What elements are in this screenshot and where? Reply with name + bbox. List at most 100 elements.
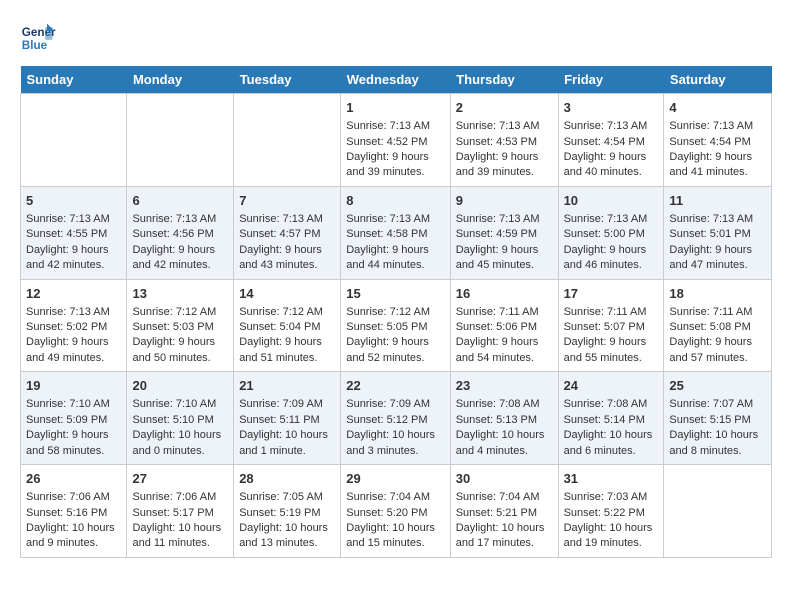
calendar-cell: 22Sunrise: 7:09 AMSunset: 5:12 PMDayligh… — [341, 372, 450, 465]
calendar-cell: 16 Sunrise: 7:11 AMSunset: 5:06 PMDayligh… — [450, 279, 558, 372]
calendar-cell: 3Sunrise: 7:13 AMSunset: 4:54 PMDaylight… — [558, 94, 664, 187]
calendar-cell: 25Sunrise: 7:07 AMSunset: 5:15 PMDayligh… — [664, 372, 772, 465]
cell-text: Daylight: 9 hours and 46 minutes. — [564, 243, 659, 274]
calendar-cell: 9Sunrise: 7:13 AMSunset: 4:59 PMDaylight… — [450, 186, 558, 279]
cell-text: Sunset: 5:02 PM — [26, 320, 121, 335]
cell-text: Sunset: 5:11 PM — [239, 413, 335, 428]
cell-text: Sunset: 5:19 PM — [239, 506, 335, 521]
cell-text: Daylight: 9 hours and 54 minutes. — [456, 335, 553, 366]
cell-text: Sunset: 5:10 PM — [132, 413, 228, 428]
date-number: 2 — [456, 99, 553, 117]
cell-text: Daylight: 9 hours and 51 minutes. — [239, 335, 335, 366]
cell-text: Daylight: 9 hours and 49 minutes. — [26, 335, 121, 366]
cell-text: Sunrise: 7:07 AM — [669, 397, 766, 412]
cell-text: Daylight: 9 hours and 44 minutes. — [346, 243, 444, 274]
cell-text: Daylight: 9 hours and 41 minutes. — [669, 150, 766, 181]
day-header-monday: Monday — [127, 66, 234, 94]
date-number: 11 — [669, 192, 766, 210]
cell-text: Sunrise: 7:13 AM — [456, 212, 553, 227]
calendar-cell: 13Sunrise: 7:12 AMSunset: 5:03 PMDayligh… — [127, 279, 234, 372]
cell-text: Sunrise: 7:12 AM — [132, 305, 228, 320]
date-number: 25 — [669, 377, 766, 395]
cell-text: Sunrise: 7:13 AM — [346, 212, 444, 227]
cell-text: Sunrise: 7:06 AM — [26, 490, 121, 505]
cell-text: Sunrise: 7:13 AM — [669, 212, 766, 227]
cell-text: Sunrise: 7:10 AM — [132, 397, 228, 412]
cell-text: Sunset: 5:00 PM — [564, 227, 659, 242]
cell-text: Sunrise: 7:05 AM — [239, 490, 335, 505]
cell-text: Daylight: 10 hours and 9 minutes. — [26, 521, 121, 552]
cell-text: Daylight: 9 hours and 57 minutes. — [669, 335, 766, 366]
cell-text: Sunrise: 7:08 AM — [456, 397, 553, 412]
day-header-thursday: Thursday — [450, 66, 558, 94]
cell-text: Sunset: 4:57 PM — [239, 227, 335, 242]
cell-text: Sunset: 4:58 PM — [346, 227, 444, 242]
cell-text: Sunrise: 7:13 AM — [564, 212, 659, 227]
cell-text: Daylight: 10 hours and 19 minutes. — [564, 521, 659, 552]
cell-text: Sunset: 5:06 PM — [456, 320, 553, 335]
cell-text: Daylight: 9 hours and 42 minutes. — [132, 243, 228, 274]
date-number: 5 — [26, 192, 121, 210]
cell-text: Sunset: 5:14 PM — [564, 413, 659, 428]
cell-text: Daylight: 10 hours and 6 minutes. — [564, 428, 659, 459]
calendar-cell: 14Sunrise: 7:12 AMSunset: 5:04 PMDayligh… — [234, 279, 341, 372]
cell-text: Sunset: 4:54 PM — [564, 135, 659, 150]
logo: General Blue — [20, 20, 60, 56]
cell-text: Daylight: 10 hours and 11 minutes. — [132, 521, 228, 552]
cell-text: Daylight: 9 hours and 43 minutes. — [239, 243, 335, 274]
day-header-tuesday: Tuesday — [234, 66, 341, 94]
date-number: 7 — [239, 192, 335, 210]
calendar-cell: 7Sunrise: 7:13 AMSunset: 4:57 PMDaylight… — [234, 186, 341, 279]
cell-text: Sunrise: 7:13 AM — [26, 212, 121, 227]
cell-text: Sunrise: 7:13 AM — [456, 119, 553, 134]
date-number: 22 — [346, 377, 444, 395]
svg-text:Blue: Blue — [22, 39, 48, 52]
cell-text: Sunset: 4:56 PM — [132, 227, 228, 242]
calendar-cell — [664, 465, 772, 558]
date-number: 10 — [564, 192, 659, 210]
cell-text: Daylight: 9 hours and 42 minutes. — [26, 243, 121, 274]
day-header-friday: Friday — [558, 66, 664, 94]
calendar-cell: 31Sunrise: 7:03 AMSunset: 5:22 PMDayligh… — [558, 465, 664, 558]
cell-text: Daylight: 10 hours and 1 minute. — [239, 428, 335, 459]
calendar-cell: 12Sunrise: 7:13 AMSunset: 5:02 PMDayligh… — [21, 279, 127, 372]
cell-text: Daylight: 9 hours and 47 minutes. — [669, 243, 766, 274]
cell-text: Daylight: 9 hours and 52 minutes. — [346, 335, 444, 366]
cell-text: Sunset: 5:01 PM — [669, 227, 766, 242]
date-number: 9 — [456, 192, 553, 210]
date-number: 16 — [456, 285, 553, 303]
calendar-cell: 19Sunrise: 7:10 AMSunset: 5:09 PMDayligh… — [21, 372, 127, 465]
cell-text: Sunset: 5:16 PM — [26, 506, 121, 521]
date-number: 21 — [239, 377, 335, 395]
cell-text: Daylight: 9 hours and 40 minutes. — [564, 150, 659, 181]
cell-text: Daylight: 10 hours and 17 minutes. — [456, 521, 553, 552]
cell-text: Sunset: 5:20 PM — [346, 506, 444, 521]
date-number: 20 — [132, 377, 228, 395]
calendar-cell: 26 Sunrise: 7:06 AMSunset: 5:16 PMDayligh… — [21, 465, 127, 558]
date-number: 13 — [132, 285, 228, 303]
cell-text: Sunrise: 7:04 AM — [346, 490, 444, 505]
calendar-cell: 29Sunrise: 7:04 AMSunset: 5:20 PMDayligh… — [341, 465, 450, 558]
calendar-cell: 1Sunrise: 7:13 AMSunset: 4:52 PMDaylight… — [341, 94, 450, 187]
calendar-cell: 2Sunrise: 7:13 AMSunset: 4:53 PMDaylight… — [450, 94, 558, 187]
date-number: 26 — [26, 470, 121, 488]
page-header: General Blue — [20, 20, 772, 56]
cell-text: Sunrise: 7:11 AM — [564, 305, 659, 320]
cell-text: Sunrise: 7:11 AM — [456, 305, 553, 320]
cell-text: Sunset: 5:04 PM — [239, 320, 335, 335]
date-number: 28 — [239, 470, 335, 488]
date-number: 14 — [239, 285, 335, 303]
calendar-cell: 20Sunrise: 7:10 AMSunset: 5:10 PMDayligh… — [127, 372, 234, 465]
cell-text: Daylight: 9 hours and 50 minutes. — [132, 335, 228, 366]
day-header-sunday: Sunday — [21, 66, 127, 94]
logo-icon: General Blue — [20, 20, 56, 56]
calendar-cell: 5Sunrise: 7:13 AMSunset: 4:55 PMDaylight… — [21, 186, 127, 279]
cell-text: Sunset: 5:22 PM — [564, 506, 659, 521]
calendar-table: SundayMondayTuesdayWednesdayThursdayFrid… — [20, 66, 772, 558]
cell-text: Daylight: 10 hours and 8 minutes. — [669, 428, 766, 459]
calendar-cell — [234, 94, 341, 187]
date-number: 1 — [346, 99, 444, 117]
day-header-saturday: Saturday — [664, 66, 772, 94]
cell-text: Sunrise: 7:09 AM — [239, 397, 335, 412]
cell-text: Sunrise: 7:08 AM — [564, 397, 659, 412]
